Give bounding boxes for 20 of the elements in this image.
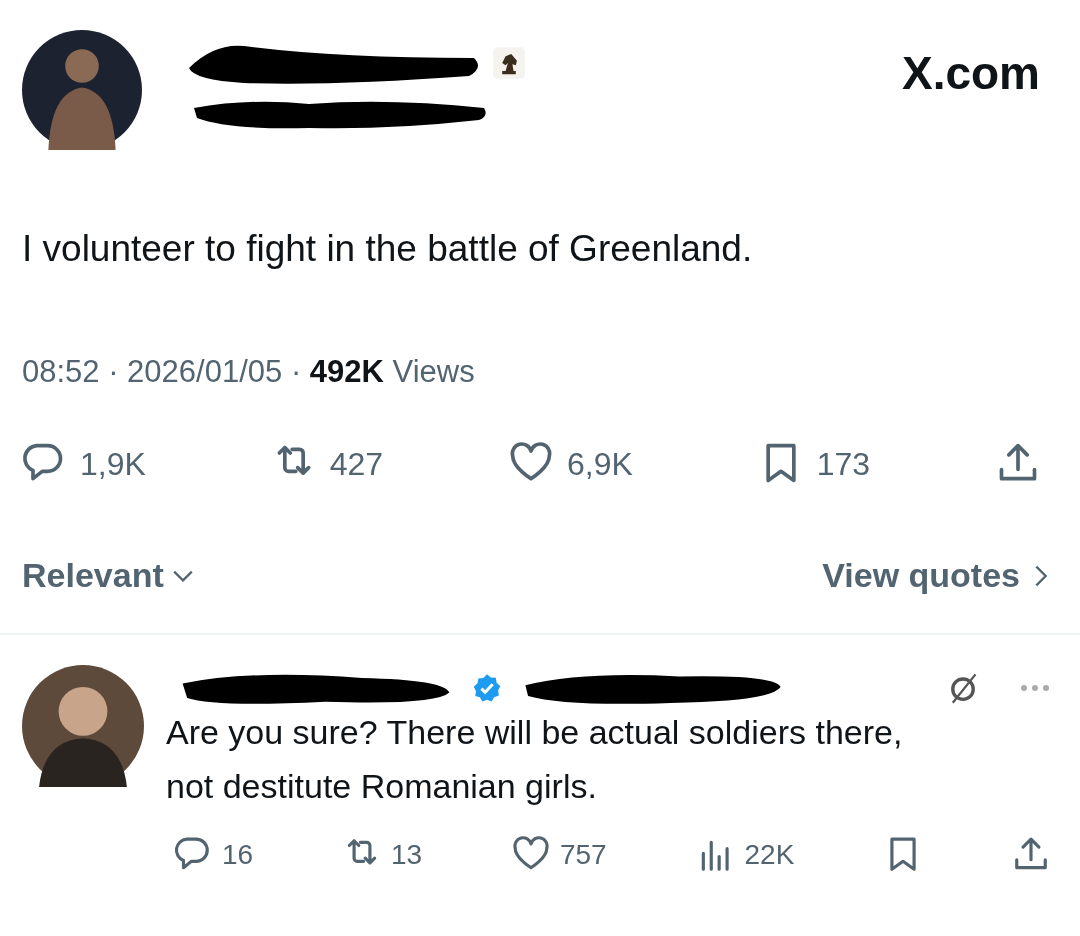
avatar[interactable] — [22, 665, 144, 787]
chess-knight-icon — [492, 46, 526, 80]
like-button[interactable]: 6,9K — [509, 442, 633, 486]
post-text: I volunteer to fight in the battle of Greenland. — [22, 228, 754, 270]
sort-dropdown[interactable]: Relevant — [22, 556, 194, 595]
post-meta: 08:52 · 2026/01/05 · 492K Views — [22, 354, 476, 390]
reply-button[interactable]: 16 — [174, 835, 254, 874]
repost-button[interactable]: 427 — [271, 442, 384, 486]
chevron-down-icon — [171, 568, 194, 583]
views-button[interactable]: 22K — [696, 835, 795, 874]
avatar[interactable] — [22, 30, 142, 150]
verified-badge-icon — [472, 673, 502, 703]
bookmark-button[interactable]: 173 — [758, 442, 871, 486]
chevron-right-icon — [1034, 563, 1048, 588]
site-name: X.com — [901, 46, 1040, 100]
like-button[interactable]: 757 — [511, 835, 607, 874]
view-quotes-link[interactable]: View quotes — [822, 556, 1048, 595]
reply-text: Are you sure? There will be actual soldiers there, not destitute Romanian girls. — [166, 712, 904, 808]
reply-button[interactable]: 1,9K — [22, 442, 146, 486]
repost-button[interactable]: 13 — [343, 835, 423, 874]
